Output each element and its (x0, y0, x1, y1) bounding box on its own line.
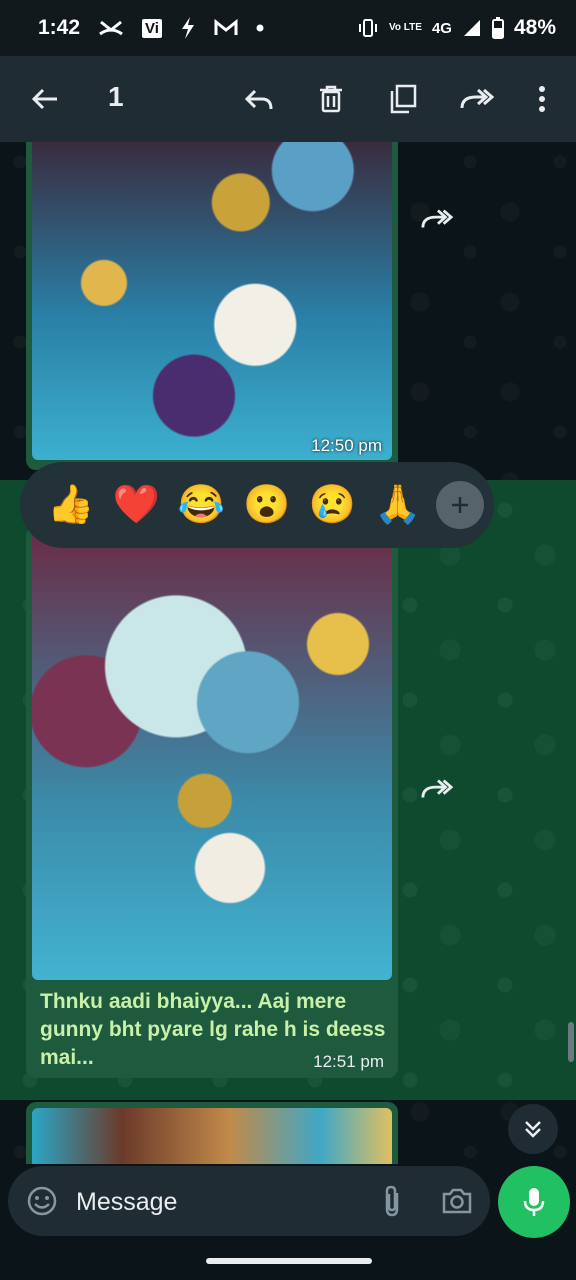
reaction-heart[interactable]: ❤️ (103, 475, 168, 535)
camera-icon (442, 1188, 472, 1214)
mic-icon (523, 1188, 545, 1216)
krishna-idol-photo[interactable] (32, 532, 392, 980)
delete-button[interactable] (306, 56, 356, 142)
delete-icon (320, 85, 342, 113)
reaction-thumbs-up[interactable]: 👍 (38, 475, 103, 535)
krishna-idol-photo[interactable]: 12:50 pm (32, 142, 392, 460)
battery-percent: 48% (513, 16, 556, 39)
volte-label: Vo LTE (388, 22, 422, 33)
status-bar: 1:42 Vi Vo LTE 4G 48% (0, 0, 576, 56)
back-button[interactable] (20, 56, 70, 142)
reply-button[interactable] (234, 56, 284, 142)
navigation-bar (0, 1240, 576, 1280)
attach-icon (385, 1185, 399, 1217)
camera-button[interactable] (436, 1166, 478, 1236)
message-time: 12:50 pm (311, 436, 382, 455)
reaction-laugh[interactable]: 😂 (169, 475, 234, 535)
message-image-bubble[interactable] (26, 1102, 398, 1164)
vibrate-icon (357, 18, 379, 38)
copy-icon (390, 84, 417, 114)
reply-icon (244, 89, 273, 110)
more-icon (539, 86, 545, 112)
bolt-icon (180, 17, 196, 39)
forward-icon (460, 88, 494, 109)
double-chevron-down-icon (525, 1121, 541, 1138)
network-label: 4G (431, 19, 452, 37)
forward-button[interactable] (452, 56, 502, 142)
compose-bar (0, 1164, 576, 1240)
plus-icon (452, 497, 469, 513)
battery-icon (491, 17, 504, 39)
partial-photo[interactable] (32, 1108, 392, 1164)
compose-field (8, 1166, 490, 1236)
dot-icon (256, 24, 264, 32)
attach-button[interactable] (372, 1166, 412, 1236)
selected-message-bubble[interactable]: Thnku aadi bhaiyya... Aaj mere gunny bht… (26, 526, 398, 1078)
chat-area[interactable]: 12:50 pm Thnku aadi bhaiyya... Aaj mere … (0, 142, 576, 1164)
more-reactions-button[interactable] (436, 481, 484, 529)
scroll-handle[interactable] (568, 1022, 574, 1062)
emoji-icon (27, 1186, 57, 1216)
message-input[interactable] (74, 1178, 358, 1226)
call-missed-icon (98, 18, 124, 38)
gmail-icon (214, 19, 238, 37)
forward-shortcut-button[interactable] (412, 194, 462, 244)
forward-icon (421, 209, 453, 228)
selection-toolbar: 1 (0, 56, 576, 142)
signal-icon (462, 18, 482, 38)
selected-count: 1 (108, 81, 124, 112)
emoji-button[interactable] (22, 1166, 62, 1236)
vi-icon: Vi (142, 18, 162, 38)
reaction-sad[interactable]: 😢 (300, 475, 365, 535)
forward-icon (421, 779, 453, 798)
more-options-button[interactable] (522, 56, 562, 142)
forward-shortcut-button[interactable] (412, 764, 462, 814)
reaction-pray[interactable]: 🙏 (365, 475, 430, 535)
back-arrow-icon (31, 88, 57, 110)
reaction-surprised[interactable]: 😮 (234, 475, 299, 535)
scroll-to-bottom-button[interactable] (508, 1104, 558, 1154)
home-gesture-pill[interactable] (206, 1258, 372, 1264)
reaction-picker: 👍 ❤️ 😂 😮 😢 🙏 (20, 462, 494, 548)
copy-button[interactable] (378, 56, 428, 142)
message-image-bubble[interactable]: 12:50 pm (26, 142, 398, 470)
voice-message-button[interactable] (498, 1166, 570, 1238)
status-time: 1:42 (38, 16, 81, 39)
